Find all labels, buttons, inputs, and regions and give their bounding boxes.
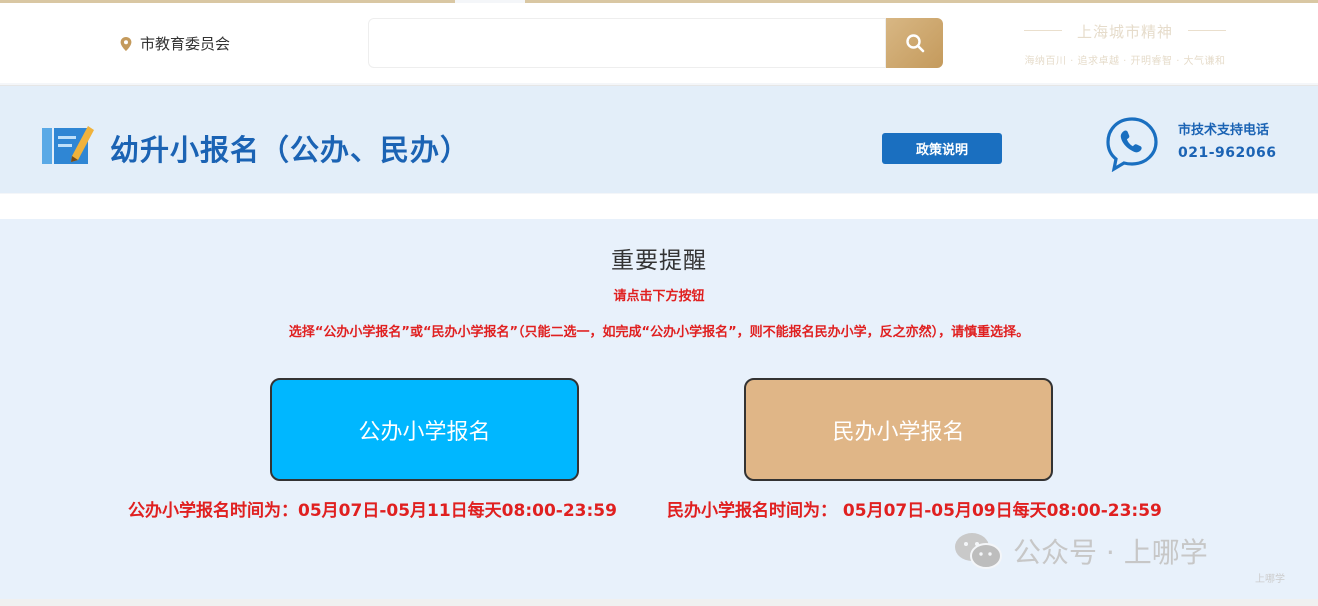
page: 市教育委员会 上海城市精神 海纳百川 · 追求卓越 · 开明睿智 · 大气谦和 … [0,0,1318,606]
page-title: 幼升小报名（公办、民办） [110,133,471,167]
location-label: 市教育委员会 [140,35,231,53]
watermark-corner: 上哪学 [1255,574,1285,585]
form-edit-icon [42,126,94,164]
watermark: 公众号 · 上哪学 [953,531,1208,571]
city-spirit-slogan: 海纳百川 · 追求卓越 · 开明睿智 · 大气谦和 [1024,56,1226,67]
title-band: 幼升小报名（公办、民办） 政策说明 市技术支持电话 021-962066 [0,85,1318,193]
location-pin-icon [120,36,132,51]
bottom-strip [0,599,1318,606]
location-selector[interactable]: 市教育委员会 [120,33,230,54]
private-register-time: 民办小学报名时间为： 05月07日-05月09日每天08:00-23:59 [667,501,1162,521]
notice-subtitle: 请点击下方按钮 [613,289,705,304]
search-button[interactable] [886,18,943,68]
divider [0,194,1318,219]
wechat-icon [955,533,1002,569]
watermark-text: 公众号 · 上哪学 [1013,536,1208,569]
phone-icon [1106,117,1158,172]
policy-button[interactable]: 政策说明 [882,133,1002,164]
search-input[interactable] [368,18,886,68]
site-header: 市教育委员会 上海城市精神 海纳百川 · 追求卓越 · 开明睿智 · 大气谦和 [0,3,1318,83]
notice-body: 选择“公办小学报名”或“民办小学报名”（只能二选一，如完成“公办小学报名”，则不… [288,325,1030,340]
private-school-register-button[interactable]: 民办小学报名 [744,378,1053,481]
public-school-register-button[interactable]: 公办小学报名 [270,378,579,481]
notice-title: 重要提醒 [611,248,707,274]
support-phone: 021-962066 [1178,145,1277,161]
city-spirit-logo: 上海城市精神 海纳百川 · 追求卓越 · 开明睿智 · 大气谦和 [1000,21,1250,67]
city-spirit-title: 上海城市精神 [1000,21,1250,42]
search-icon [905,34,924,53]
support-info: 市技术支持电话 021-962066 [1178,119,1276,161]
public-register-time: 公办小学报名时间为：05月07日-05月11日每天08:00-23:59 [128,501,617,521]
support-label: 市技术支持电话 [1178,123,1270,138]
